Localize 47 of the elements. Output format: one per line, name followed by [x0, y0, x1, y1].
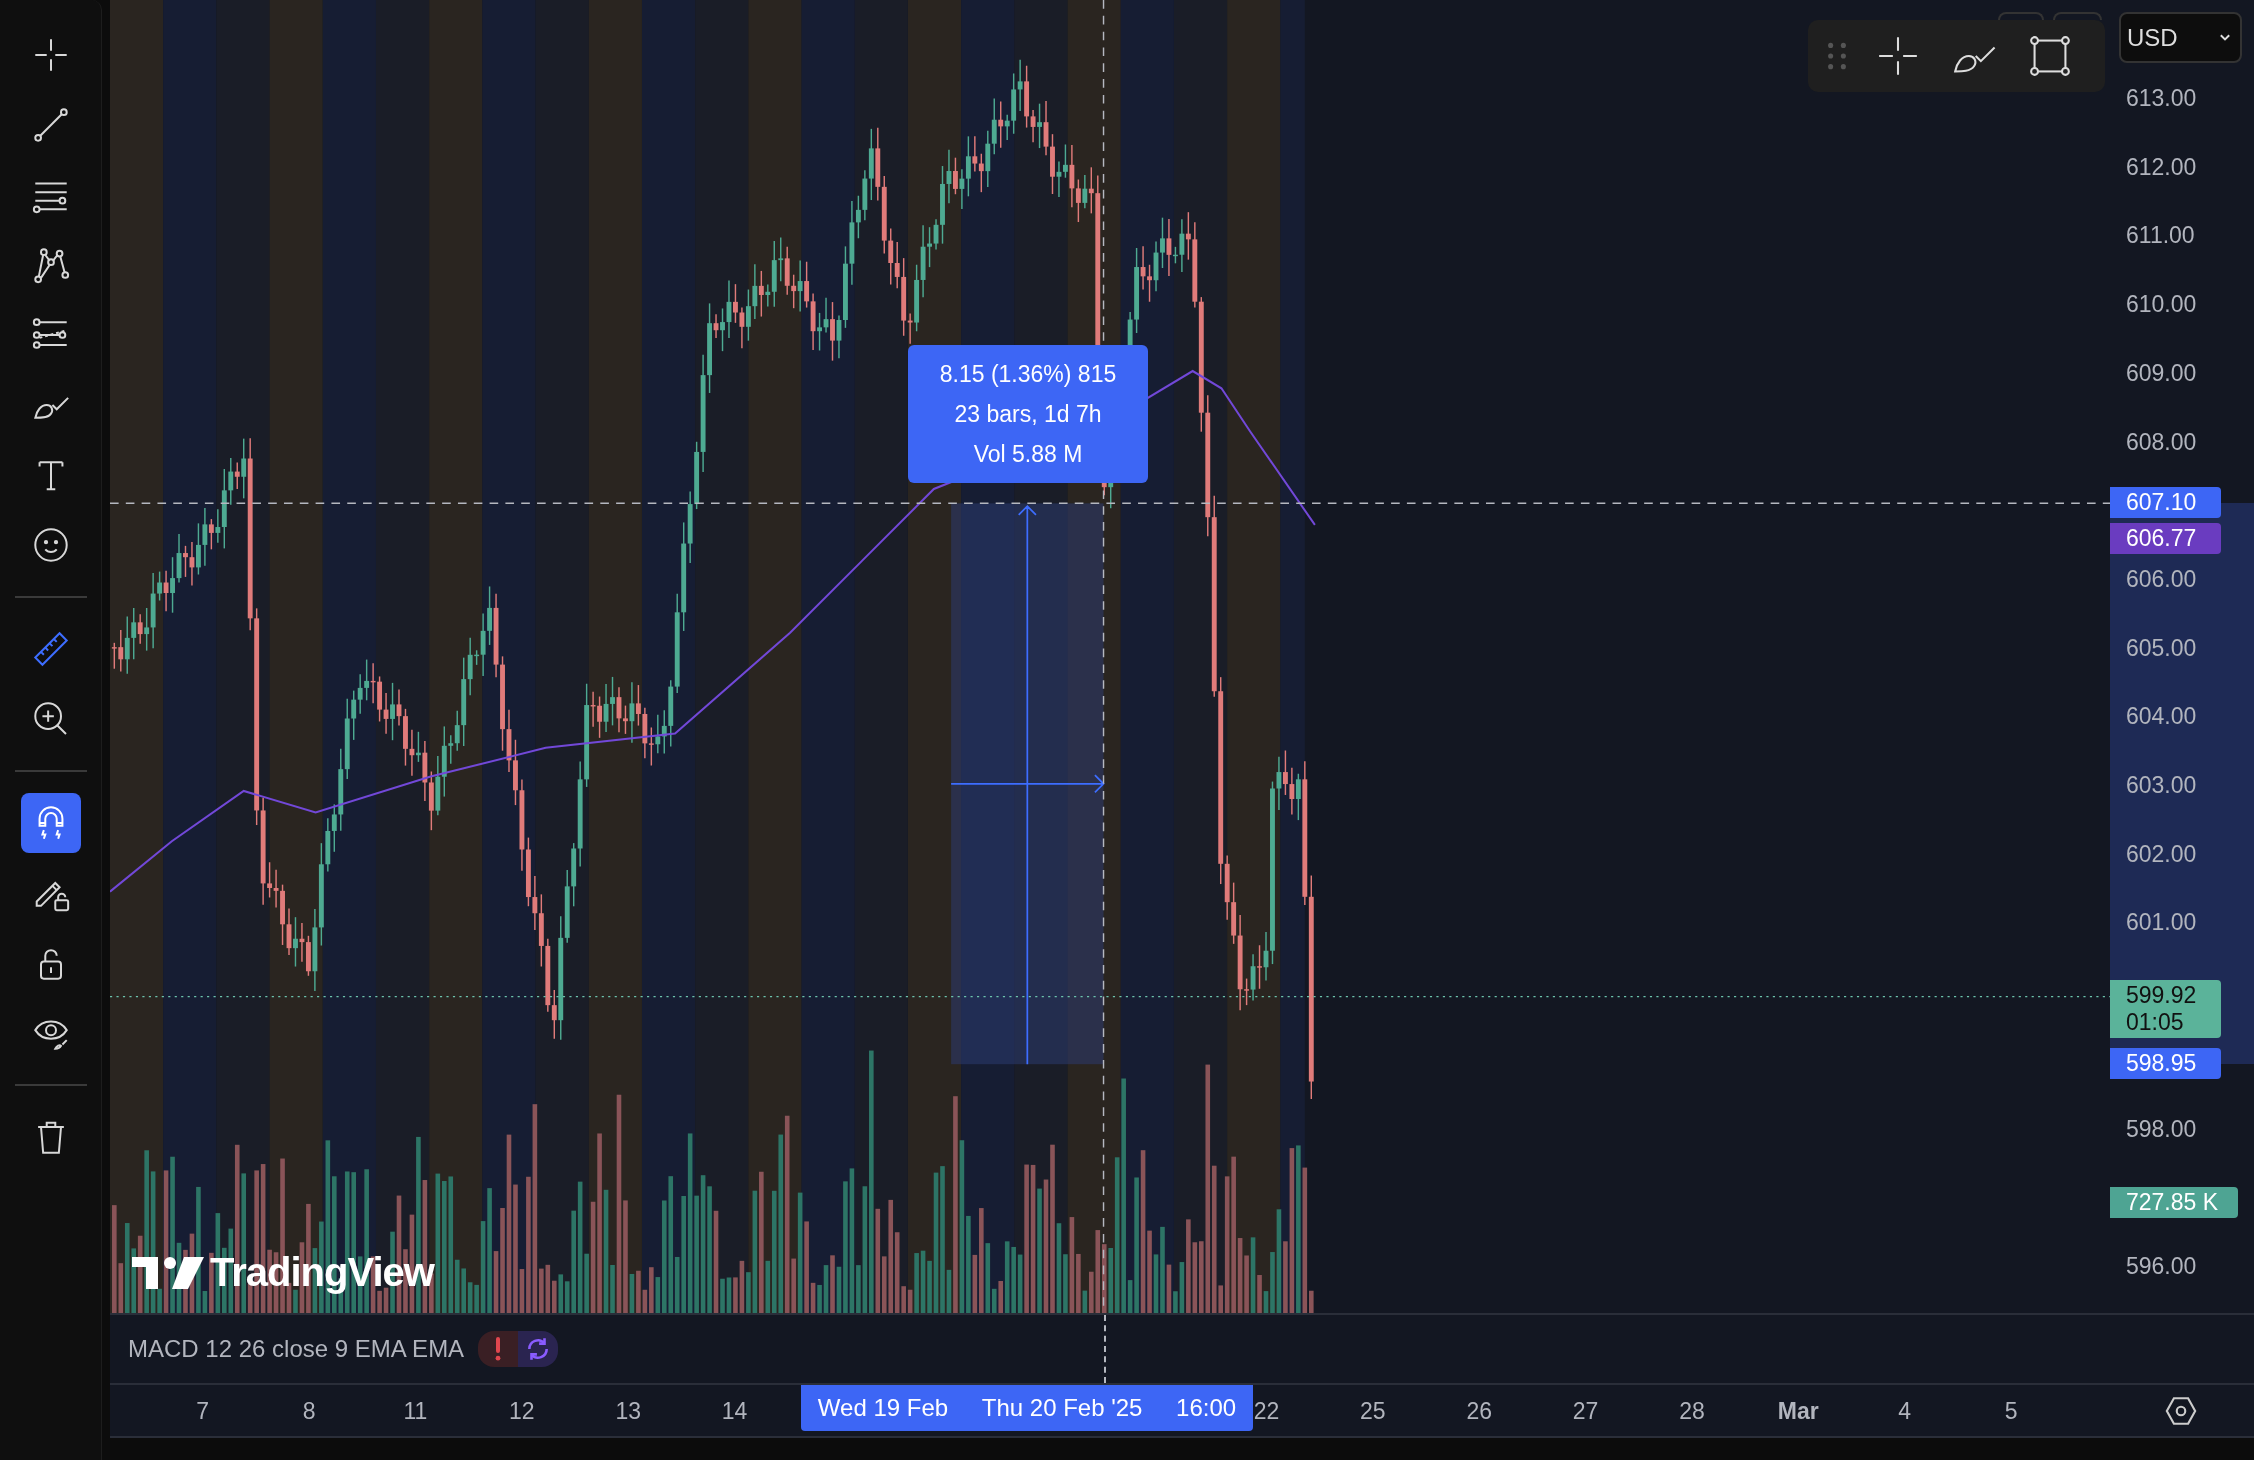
time-tick: 13	[615, 1398, 641, 1425]
refresh-icon[interactable]	[518, 1331, 559, 1367]
crosshair-line	[1104, 1315, 1106, 1383]
crosshair-date-label: Wed 19 Feb Thu 20 Feb '25 16:00	[801, 1385, 1253, 1431]
price-tick: 609.00	[2126, 358, 2197, 387]
measure-text: 23 bars, 1d 7h	[954, 400, 1102, 429]
measure-text: 8.15 (1.36%) 815	[939, 360, 1117, 389]
price-tick: 603.00	[2126, 771, 2197, 799]
price-tick: 613.00	[2126, 84, 2197, 112]
price-tick: 602.00	[2126, 839, 2197, 868]
time-tick: 22	[1253, 1398, 1280, 1425]
currency-select[interactable]: USD	[2119, 12, 2242, 63]
price-tick: 612.00	[2126, 152, 2197, 181]
chevron-down-icon	[2218, 32, 2232, 43]
time-tick: 4	[1898, 1398, 1912, 1425]
price-label: 607.10	[2110, 487, 2221, 518]
measure-text: Vol 5.88 M	[973, 440, 1083, 469]
time-tick: 11	[403, 1398, 428, 1425]
magnet-tool-button[interactable]	[20, 793, 81, 853]
error-icon[interactable]	[478, 1331, 519, 1367]
price-tick: 605.00	[2126, 633, 2197, 662]
time-tick: 27	[1572, 1398, 1599, 1425]
time-tick: Mar	[1777, 1398, 1819, 1425]
time-tick: 8	[302, 1398, 316, 1425]
price-label: 598.95	[2110, 1048, 2221, 1079]
price-tick: 608.00	[2126, 427, 2197, 456]
watermark-text: TradingView	[210, 1250, 434, 1295]
price-label: 599.92 01:05	[2110, 980, 2221, 1038]
time-tick: 5	[2004, 1398, 2018, 1425]
time-tick: 12	[509, 1398, 535, 1425]
price-tick: 601.00	[2126, 908, 2197, 937]
price-tick: 604.00	[2126, 702, 2197, 731]
logo-icon	[132, 1254, 204, 1291]
time-tick: 28	[1679, 1398, 1705, 1425]
settings-icon[interactable]	[2164, 1394, 2198, 1428]
price-label: 727.85 K	[2110, 1187, 2238, 1218]
time-tick: 25	[1360, 1398, 1386, 1425]
indicator-legend[interactable]: MACD 12 26 close 9 EMA EMA	[128, 1335, 465, 1363]
time-tick: 7	[196, 1398, 210, 1425]
price-label: 606.77	[2110, 523, 2221, 554]
time-tick: 26	[1466, 1398, 1492, 1425]
time-tick: 14	[721, 1398, 748, 1425]
price-tick: 596.00	[2126, 1251, 2197, 1280]
price-tick: 606.00	[2126, 564, 2197, 593]
price-tick: 611.00	[2126, 221, 2195, 250]
price-tick: 610.00	[2126, 290, 2197, 319]
price-tick: 598.00	[2126, 1114, 2197, 1143]
